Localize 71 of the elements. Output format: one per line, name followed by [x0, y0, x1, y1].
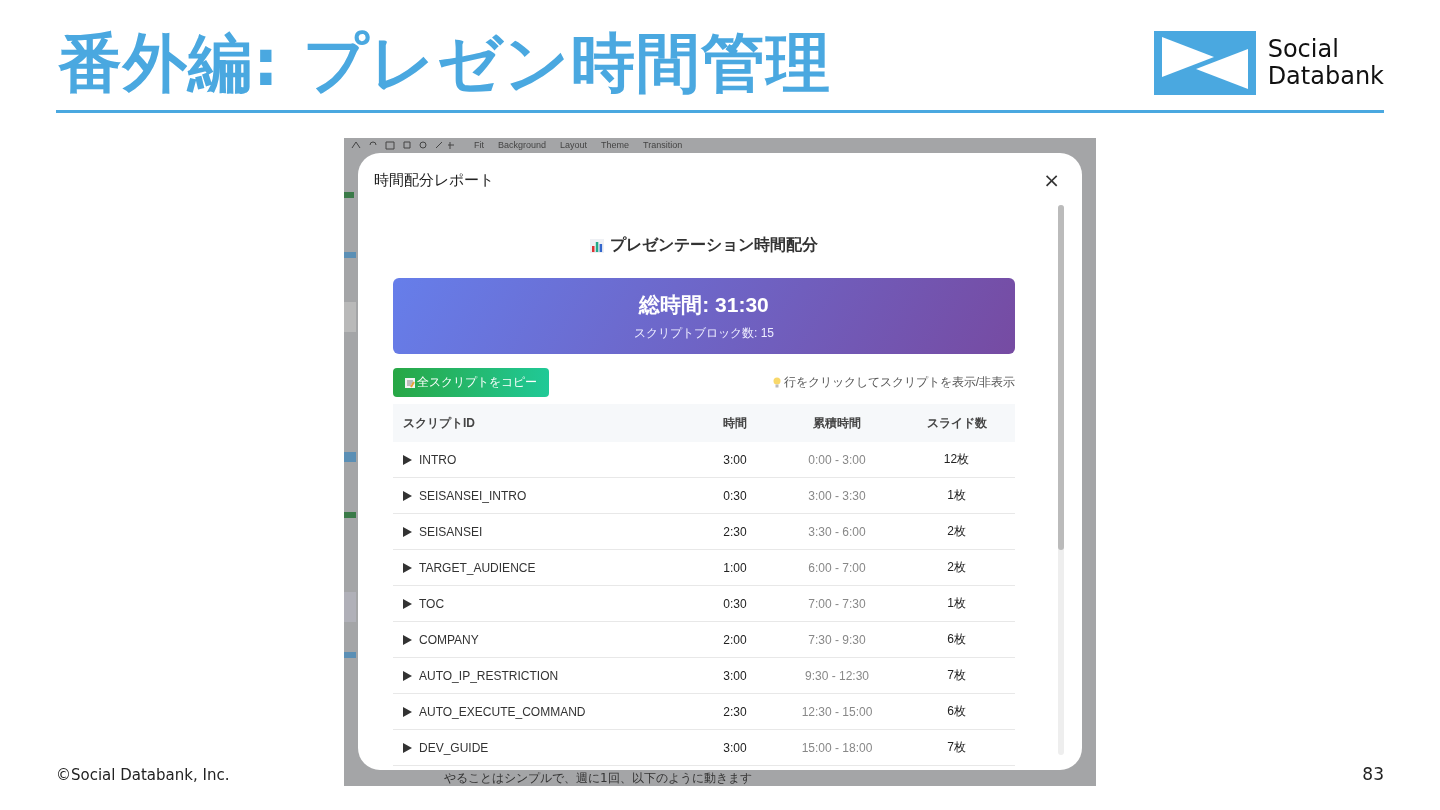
table-cell: 2:30 [694, 513, 776, 550]
table-cell: 6:00 - 7:00 [776, 549, 898, 586]
toolbar-item[interactable]: Theme [601, 138, 630, 152]
expand-triangle-icon[interactable] [403, 742, 412, 753]
close-button[interactable]: × [1039, 170, 1064, 190]
table-cell: 3:00 - 3:30 [776, 477, 898, 514]
logo-text: Social [1267, 36, 1340, 63]
expand-triangle-icon[interactable] [403, 490, 412, 501]
report-heading: プレゼンテーション時間配分 [610, 235, 818, 255]
table-cell: 7枚 [898, 729, 1015, 766]
expand-triangle-icon[interactable] [403, 634, 412, 645]
toolbar-item[interactable]: Fit [474, 138, 484, 152]
column-header: 時間 [694, 404, 776, 442]
total-time: 総時間: 31:30 [639, 291, 769, 318]
table-cell: 7枚 [898, 657, 1015, 694]
script-id[interactable]: SEISANSEI [419, 524, 483, 539]
table-cell: 3:30 - 6:00 [776, 513, 898, 550]
bar-chart-icon [590, 238, 604, 253]
table-cell: 2枚 [898, 513, 1015, 550]
table-cell: 6枚 [898, 693, 1015, 730]
bowtie-logo-icon [1153, 31, 1256, 95]
script-id[interactable]: AUTO_EXECUTE_COMMAND [419, 704, 586, 719]
expand-triangle-icon[interactable] [403, 526, 412, 537]
column-header: 累積時間 [776, 404, 898, 442]
table-cell: 1枚 [898, 477, 1015, 514]
table-cell: 3:00 [694, 657, 776, 694]
toolbar-item[interactable]: Background [498, 138, 547, 152]
copyright-text: ©Social Databank, Inc. [56, 766, 230, 784]
table-cell: 6枚 [898, 621, 1015, 658]
slide-text: やることはシンプルで、週に1回、以下のように動きます [444, 770, 752, 786]
table-cell: 0:00 - 3:00 [776, 442, 898, 478]
table-cell: 2:00 [694, 621, 776, 658]
table-cell: 3:00 [694, 442, 776, 478]
script-id[interactable]: DEV_GUIDE [419, 740, 489, 755]
table-cell: 9:30 - 12:30 [776, 657, 898, 694]
table-cell: 2:30 [694, 693, 776, 730]
script-id[interactable]: SEISANSEI_INTRO [419, 488, 527, 503]
expand-triangle-icon[interactable] [403, 706, 412, 717]
table-cell: 1枚 [898, 585, 1015, 622]
page-number: 83 [1362, 764, 1384, 784]
table-cell: 2枚 [898, 549, 1015, 586]
logo-text: Databank [1267, 63, 1384, 90]
lightbulb-icon [772, 377, 781, 388]
memo-icon [405, 377, 415, 388]
script-id[interactable]: TARGET_AUDIENCE [419, 560, 536, 575]
table-cell: 3:00 [694, 729, 776, 766]
script-id[interactable]: COMPANY [419, 632, 479, 647]
scrollbar[interactable] [1058, 205, 1064, 755]
table-cell: 7:30 - 9:30 [776, 621, 898, 658]
table-cell: 1:00 [694, 549, 776, 586]
hint-text: 行をクリックしてスクリプトを表示/非表示 [783, 374, 1015, 391]
table-cell: 15:00 - 18:00 [776, 729, 898, 766]
script-id[interactable]: INTRO [419, 452, 457, 467]
column-header: スライド数 [898, 404, 1015, 442]
block-count: スクリプトブロック数: 15 [634, 324, 774, 342]
table-cell: 12:30 - 15:00 [776, 693, 898, 730]
script-id[interactable]: AUTO_IP_RESTRICTION [419, 668, 559, 683]
table-cell: 0:30 [694, 585, 776, 622]
toolbar-item[interactable]: Transition [643, 138, 683, 152]
table-cell: 7:00 - 7:30 [776, 585, 898, 622]
slide-title: 番外編: プレゼン時間管理 [58, 24, 831, 102]
expand-triangle-icon[interactable] [403, 454, 412, 465]
script-id[interactable]: TOC [419, 596, 445, 611]
expand-triangle-icon[interactable] [403, 562, 412, 573]
dialog-title: 時間配分レポート [374, 170, 494, 190]
column-header: スクリプトID [393, 404, 694, 442]
expand-triangle-icon[interactable] [403, 598, 412, 609]
table-cell: 12枚 [898, 442, 1015, 478]
table-cell: 0:30 [694, 477, 776, 514]
expand-triangle-icon[interactable] [403, 670, 412, 681]
toolbar-item[interactable]: Layout [560, 138, 588, 152]
